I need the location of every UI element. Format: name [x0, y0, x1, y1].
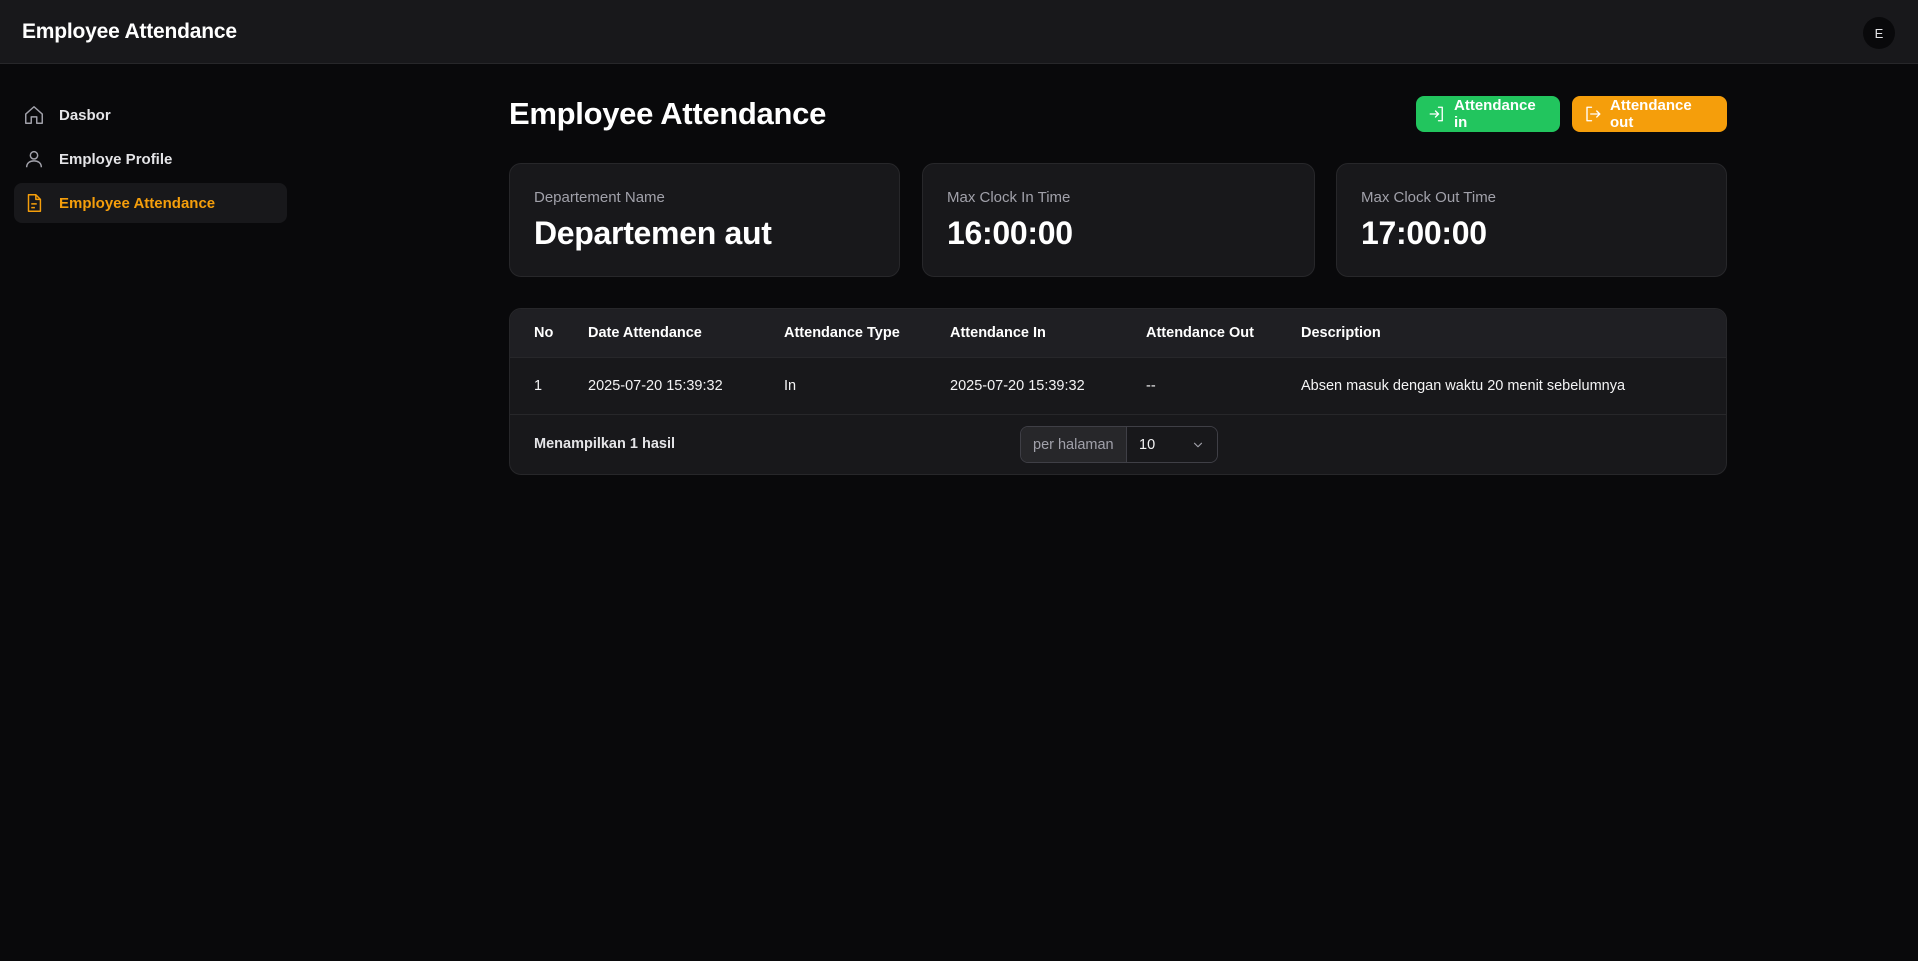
- app-title: Employee Attendance: [22, 20, 237, 43]
- result-count: Menampilkan 1 hasil: [534, 436, 676, 452]
- attendance-out-label: Attendance out: [1610, 97, 1692, 131]
- card-label: Departement Name: [534, 189, 665, 206]
- sidebar-item-label: Employe Profile: [59, 150, 173, 168]
- cell-in: 2025-07-20 15:39:32: [950, 378, 1085, 394]
- logout-icon: [1584, 105, 1602, 123]
- card-value: 17:00:00: [1361, 215, 1487, 251]
- column-header-in: Attendance In: [950, 325, 1046, 341]
- card-label: Max Clock In Time: [947, 189, 1071, 206]
- table-row[interactable]: 1 2025-07-20 15:39:32 In 2025-07-20 15:3…: [510, 358, 1726, 415]
- home-icon: [23, 104, 45, 126]
- cell-date: 2025-07-20 15:39:32: [588, 378, 723, 394]
- per-page-select[interactable]: 10: [1127, 427, 1217, 462]
- column-header-no: No: [534, 325, 554, 341]
- column-header-description: Description: [1301, 325, 1381, 341]
- document-icon: [23, 192, 45, 214]
- max-clock-out-card: Max Clock Out Time 17:00:00: [1336, 163, 1727, 277]
- table-footer: Menampilkan 1 hasil per halaman 10: [510, 415, 1726, 474]
- attendance-in-label: Attendance in: [1454, 97, 1536, 131]
- cell-out: --: [1146, 378, 1156, 394]
- sidebar-item-dasbor[interactable]: Dasbor: [14, 95, 287, 135]
- sidebar-item-label: Employee Attendance: [59, 194, 216, 212]
- per-page-value: 10: [1139, 436, 1156, 453]
- max-clock-in-card: Max Clock In Time 16:00:00: [922, 163, 1315, 277]
- cell-description: Absen masuk dengan waktu 20 menit sebelu…: [1301, 378, 1626, 394]
- page-title: Employee Attendance: [509, 96, 827, 131]
- sidebar-item-employe-profile[interactable]: Employe Profile: [14, 139, 287, 179]
- chevron-down-icon: [1191, 438, 1205, 452]
- summary-cards: Departement Name Departemen aut Max Cloc…: [509, 163, 1727, 277]
- card-value: Departemen aut: [534, 215, 772, 251]
- login-icon: [1428, 105, 1446, 123]
- department-card: Departement Name Departemen aut: [509, 163, 900, 277]
- per-page-label: per halaman: [1021, 427, 1127, 462]
- card-value: 16:00:00: [947, 215, 1073, 251]
- avatar[interactable]: E: [1863, 17, 1895, 49]
- user-icon: [23, 148, 45, 170]
- sidebar-item-employee-attendance[interactable]: Employee Attendance: [14, 183, 287, 223]
- attendance-out-button[interactable]: Attendance out: [1572, 96, 1727, 132]
- column-header-date: Date Attendance: [588, 325, 702, 341]
- cell-no: 1: [534, 378, 543, 394]
- header-actions: Attendance in Attendance out: [1416, 96, 1727, 132]
- column-header-out: Attendance Out: [1146, 325, 1254, 341]
- sidebar: Dasbor Employe Profile Employee Attendan…: [14, 95, 287, 227]
- card-label: Max Clock Out Time: [1361, 189, 1497, 206]
- top-bar: Employee Attendance E: [0, 0, 1918, 64]
- sidebar-item-label: Dasbor: [59, 106, 111, 124]
- table-header: No Date Attendance Attendance Type Atten…: [510, 309, 1726, 358]
- attendance-in-button[interactable]: Attendance in: [1416, 96, 1560, 132]
- cell-type: In: [784, 378, 797, 394]
- attendance-table: No Date Attendance Attendance Type Atten…: [509, 308, 1727, 475]
- per-page-control: per halaman 10: [1020, 426, 1218, 463]
- column-header-type: Attendance Type: [784, 325, 900, 341]
